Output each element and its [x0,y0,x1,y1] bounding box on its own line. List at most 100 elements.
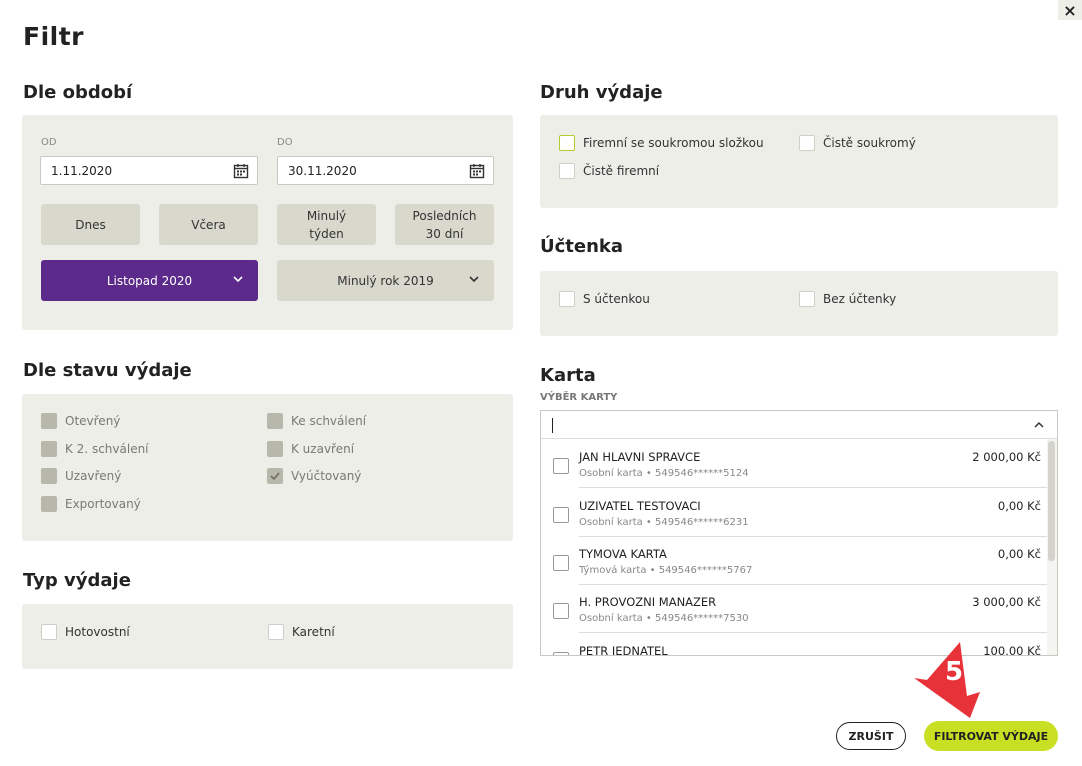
checkbox[interactable] [553,507,569,523]
chevron-up-icon[interactable] [1033,419,1045,431]
year-select[interactable]: Minulý rok 2019 [277,260,494,301]
receipt-without[interactable]: Bez účtenky [799,291,896,307]
card-name: PETR JEDNATEL [579,644,668,656]
checkbox[interactable] [553,603,569,619]
card-amount: 0,00 Kč [997,547,1041,561]
checkbox[interactable] [799,135,815,151]
checkbox-label: Vyúčtovaný [291,469,362,483]
divider [579,487,1047,488]
calendar-icon[interactable] [469,163,485,179]
status-exported: Exportovaný [41,496,141,512]
card-amount: 2 000,00 Kč [972,450,1041,464]
checkbox[interactable] [559,135,575,151]
card-amount: 0,00 Kč [997,499,1041,513]
kind-private[interactable]: Čistě soukromý [799,135,916,151]
type-panel: Hotovostní Karetní [22,604,513,669]
card-select-label: VÝBĚR KARTY [540,392,618,403]
card-select: JAN HLAVNI SPRAVCE Osobní karta • 549546… [540,410,1058,656]
today-button[interactable]: Dnes [41,204,140,245]
period-panel: OD 1.11.2020 DO 30.11.2020 Dnes Včera Mi… [22,115,513,330]
status-open: Otevřený [41,413,120,429]
checkbox[interactable] [799,291,815,307]
checkbox-label: Ke schválení [291,414,367,428]
checkbox-label: Bez účtenky [823,292,897,306]
to-date-input[interactable]: 30.11.2020 [277,156,494,185]
card-section-title: Karta [540,365,596,386]
checkbox [41,496,57,512]
card-name: UZIVATEL TESTOVACI [579,499,701,513]
kind-mixed[interactable]: Firemní se soukromou složkou [559,135,764,151]
month-select[interactable]: Listopad 2020 [41,260,258,301]
status-closed: Uzavřený [41,468,121,484]
status-to-approve: Ke schválení [267,413,366,429]
close-icon[interactable]: × [1058,0,1082,20]
kind-panel: Firemní se soukromou složkou Čistě soukr… [540,115,1058,208]
dialog-title: Filtr [23,22,84,51]
card-search-input[interactable] [541,411,1057,439]
checkbox-label: Karetní [292,625,335,639]
receipt-with[interactable]: S účtenkou [559,291,650,307]
checkbox[interactable] [559,291,575,307]
card-detail: Týmová karta • 549546******5767 [579,565,753,576]
checkbox[interactable] [553,458,569,474]
checkbox-label: K 2. schválení [65,442,149,456]
calendar-icon[interactable] [233,163,249,179]
checkbox [41,468,57,484]
type-cash[interactable]: Hotovostní [41,624,130,640]
checkbox-label: K uzavření [291,442,355,456]
receipt-section-title: Účtenka [540,236,624,257]
checkbox-checked [267,468,283,484]
card-detail: Osobní karta • 549546******5124 [579,468,749,479]
scrollbar-thumb[interactable] [1048,441,1055,561]
status-settled: Vyúčtovaný [267,468,361,484]
annotation-number: 5 [945,657,963,687]
card-name: TYMOVA KARTA [579,547,667,561]
card-option[interactable]: H. PROVOZNI MANAZER Osobní karta • 54954… [541,585,1047,633]
last-week-button[interactable]: Minulý týden [277,204,376,245]
check-icon [270,472,280,481]
from-date-value: 1.11.2020 [51,163,113,178]
status-to-close: K uzavření [267,441,354,457]
card-option[interactable]: UZIVATEL TESTOVACI Osobní karta • 549546… [541,489,1047,537]
card-detail: Osobní karta • 549546******7530 [579,613,749,624]
card-option[interactable]: JAN HLAVNI SPRAVCE Osobní karta • 549546… [541,440,1047,488]
period-section-title: Dle období [23,82,133,103]
last-30-days-button[interactable]: Posledních 30 dní [395,204,494,245]
year-select-label: Minulý rok 2019 [337,273,434,288]
from-date-input[interactable]: 1.11.2020 [40,156,258,185]
checkbox-label: Firemní se soukromou složkou [583,136,764,150]
checkbox[interactable] [553,652,569,655]
to-date-value: 30.11.2020 [288,163,357,178]
cancel-button[interactable]: ZRUŠIT [836,722,906,750]
checkbox-label: Otevřený [65,414,121,428]
card-option[interactable]: TYMOVA KARTA Týmová karta • 549546******… [541,537,1047,585]
checkbox-label: Exportovaný [65,497,141,511]
yesterday-button[interactable]: Včera [159,204,258,245]
checkbox-label: Čistě firemní [583,164,660,178]
kind-business[interactable]: Čistě firemní [559,163,659,179]
checkbox[interactable] [553,555,569,571]
annotation-arrow-icon: 5 [914,642,980,718]
status-panel: Otevřený Ke schválení K 2. schválení K u… [22,394,513,541]
checkbox[interactable] [41,624,57,640]
type-card[interactable]: Karetní [268,624,335,640]
scrollbar[interactable] [1047,439,1057,655]
checkbox [267,413,283,429]
card-amount: 100,00 Kč [983,644,1041,656]
divider [579,632,1047,633]
chevron-down-icon [233,276,243,283]
checkbox [41,441,57,457]
card-name: JAN HLAVNI SPRAVCE [579,450,701,464]
from-label: OD [41,137,57,148]
checkbox-label: Čistě soukromý [823,136,916,150]
text-caret [552,418,553,433]
checkbox-label: S účtenkou [583,292,650,306]
checkbox[interactable] [559,163,575,179]
filter-expenses-button[interactable]: FILTROVAT VÝDAJE [924,721,1058,751]
checkbox-label: Uzavřený [65,469,122,483]
status-second-approval: K 2. schválení [41,441,149,457]
status-section-title: Dle stavu výdaje [23,360,192,381]
checkbox-label: Hotovostní [65,625,130,639]
checkbox[interactable] [268,624,284,640]
card-name: H. PROVOZNI MANAZER [579,595,717,609]
